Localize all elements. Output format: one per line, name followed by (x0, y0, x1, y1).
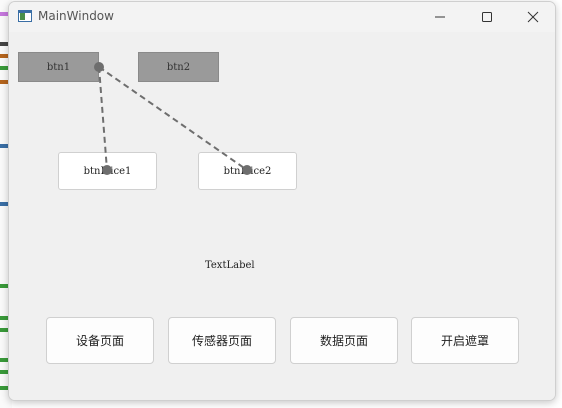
enable-mask-button[interactable]: 开启遮罩 (411, 317, 519, 364)
sensor-page-button[interactable]: 传感器页面 (168, 317, 276, 364)
qt-window-icon (18, 10, 32, 22)
btn2-button[interactable]: btn2 (138, 52, 219, 82)
data-page-button[interactable]: 数据页面 (290, 317, 398, 364)
btn-slice2-button[interactable]: btnL ice2 (198, 152, 297, 190)
close-button[interactable] (510, 2, 555, 32)
text-label: TextLabel (205, 260, 255, 271)
btn-slice1-button[interactable]: btnL ice1 (58, 152, 157, 190)
device-page-button[interactable]: 设备页面 (46, 317, 154, 364)
main-window: MainWindow btn1 btn2 btnL ice1 btnL ice2 (8, 1, 556, 401)
title-bar[interactable]: MainWindow (9, 2, 555, 32)
central-widget: btn1 btn2 btnL ice1 btnL ice2 TextLabel … (9, 32, 555, 400)
minimize-button[interactable] (417, 2, 463, 32)
window-title: MainWindow (38, 9, 114, 23)
minimize-icon (435, 16, 445, 18)
maximize-button[interactable] (464, 2, 510, 32)
btn1-button[interactable]: btn1 (18, 52, 99, 82)
close-icon (527, 11, 539, 23)
maximize-icon (482, 12, 492, 22)
